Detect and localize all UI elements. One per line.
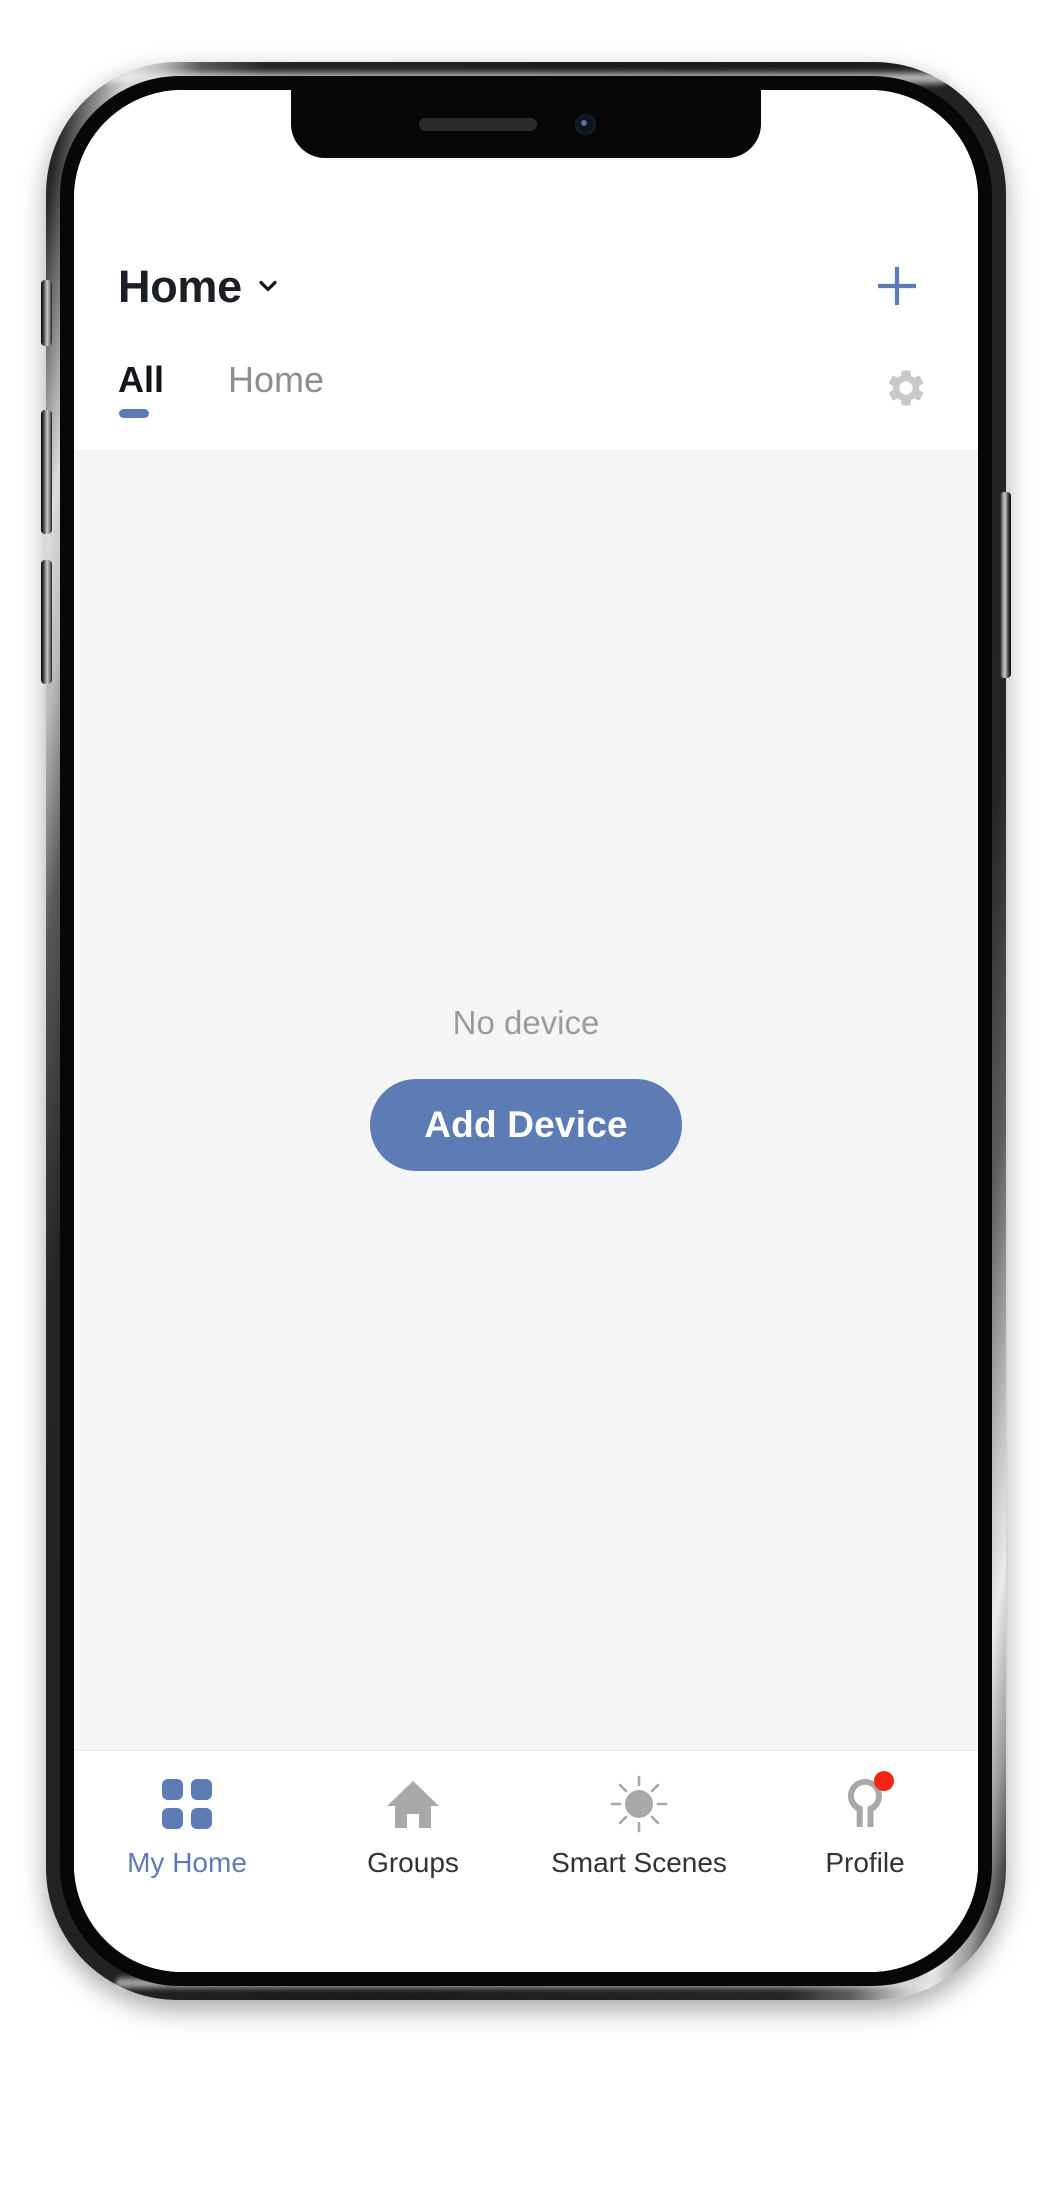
add-device-button[interactable]: Add Device bbox=[370, 1078, 682, 1171]
add-button[interactable] bbox=[864, 253, 930, 319]
front-camera-icon bbox=[575, 114, 596, 135]
tab-all[interactable]: All bbox=[118, 354, 165, 418]
nav-label-groups: Groups bbox=[367, 1847, 459, 1878]
empty-state-inner: No device Add Device bbox=[370, 1006, 682, 1171]
person-icon bbox=[834, 1771, 896, 1835]
chevron-down-icon bbox=[256, 274, 280, 298]
phone-screen: Home All Home No device Add Device My Ho… bbox=[74, 90, 978, 1972]
house-icon bbox=[382, 1773, 444, 1835]
notification-badge bbox=[874, 1771, 894, 1791]
tab-active-indicator bbox=[119, 408, 149, 418]
bottom-navigation: My Home Groups Smart Scenes Profile bbox=[74, 1750, 978, 1972]
home-selector[interactable]: Home bbox=[118, 264, 280, 309]
nav-label-smart-scenes: Smart Scenes bbox=[551, 1847, 727, 1878]
nav-label-my-home: My Home bbox=[127, 1847, 247, 1878]
tab-home[interactable]: Home bbox=[228, 354, 324, 400]
room-tabs: All Home bbox=[74, 342, 978, 450]
volume-up-button[interactable] bbox=[41, 410, 52, 534]
nav-label-profile: Profile bbox=[825, 1847, 905, 1878]
grid-icon bbox=[156, 1773, 218, 1835]
room-settings-button[interactable] bbox=[878, 360, 934, 416]
gear-icon bbox=[888, 370, 924, 406]
power-button[interactable] bbox=[1000, 492, 1011, 678]
smart-home-app: Home All Home No device Add Device My Ho… bbox=[74, 90, 978, 1972]
display-notch bbox=[291, 90, 761, 158]
volume-down-button[interactable] bbox=[41, 560, 52, 684]
nav-item-profile[interactable]: Profile bbox=[752, 1771, 978, 1878]
tab-all-label: All bbox=[118, 359, 165, 400]
app-header: Home bbox=[74, 230, 978, 342]
page-title: Home bbox=[118, 260, 242, 312]
tab-home-label: Home bbox=[228, 359, 325, 400]
device-list-empty-state: No device Add Device bbox=[74, 450, 978, 1750]
silent-switch-button[interactable] bbox=[41, 280, 52, 346]
nav-item-groups[interactable]: Groups bbox=[300, 1773, 526, 1877]
phone-device-mockup: Home All Home No device Add Device My Ho… bbox=[41, 62, 1011, 2000]
screenshot-stage: Home All Home No device Add Device My Ho… bbox=[0, 0, 1063, 2211]
plus-icon bbox=[878, 267, 916, 305]
sun-icon bbox=[608, 1773, 670, 1835]
nav-item-my-home[interactable]: My Home bbox=[74, 1773, 300, 1877]
earpiece-speaker-icon bbox=[419, 118, 537, 131]
nav-item-smart-scenes[interactable]: Smart Scenes bbox=[526, 1773, 752, 1877]
empty-state-text: No device bbox=[452, 1003, 600, 1041]
